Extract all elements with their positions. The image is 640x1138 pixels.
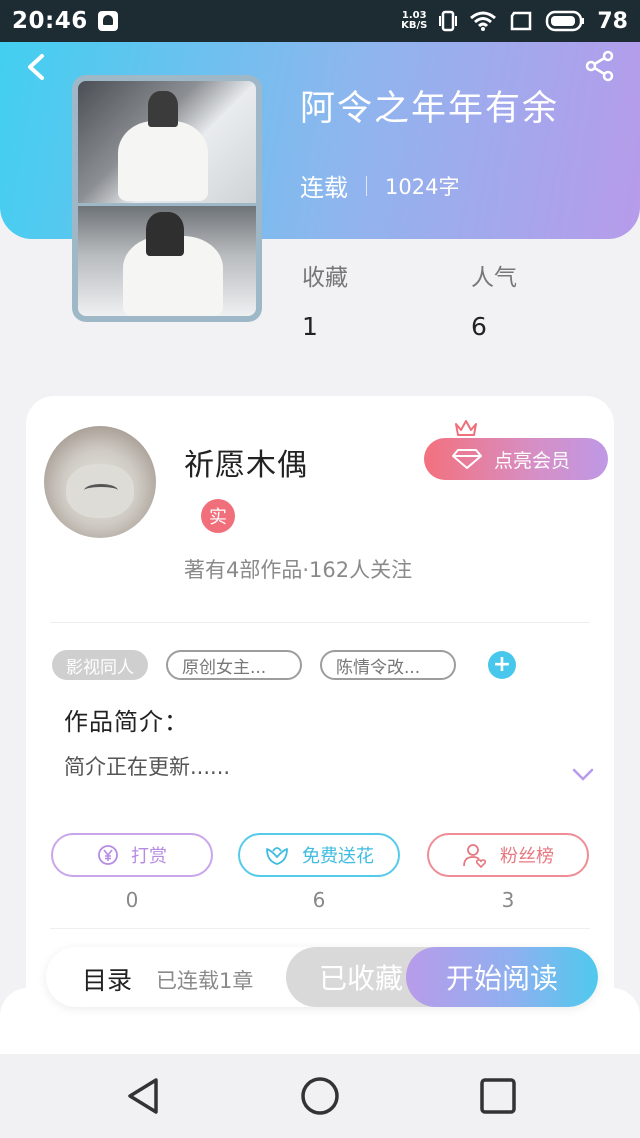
system-nav-bar <box>0 1054 640 1138</box>
diamond-icon <box>452 449 482 469</box>
share-icon[interactable] <box>584 50 616 82</box>
chapter-count[interactable]: 已连载1章 <box>156 965 253 995</box>
user-heart-icon <box>463 844 487 868</box>
flower-count: 6 <box>312 888 326 912</box>
fans-rank-button[interactable]: 粉丝榜 <box>427 833 589 877</box>
intro-text: 简介正在更新...... <box>64 755 231 779</box>
nav-back-icon[interactable] <box>122 1074 166 1118</box>
divider <box>50 928 590 929</box>
crown-icon <box>455 420 477 436</box>
battery-level: 78 <box>597 8 628 34</box>
add-tag-icon[interactable]: + <box>488 651 516 679</box>
real-name-badge: 实 <box>201 499 235 533</box>
serial-status: 连载 <box>300 174 348 202</box>
vibrate-icon <box>439 10 458 32</box>
reward-button[interactable]: 打赏 <box>51 833 213 877</box>
status-bar: 20:46 1.03 KB/S 78 <box>0 0 640 42</box>
nav-home-icon[interactable] <box>298 1074 342 1118</box>
bottom-action-bar: 目录 已连载1章 已收藏 开始阅读 <box>46 947 598 1007</box>
toc-button[interactable]: 目录 <box>82 961 132 997</box>
tag-list: 影视同人 原创女主... 陈情令改... + <box>52 650 516 680</box>
book-title: 阿令之年年有余 <box>300 89 560 129</box>
stat-label: 人气 <box>471 265 517 291</box>
fans-count: 3 <box>501 888 515 912</box>
tag-item[interactable]: 影视同人 <box>52 650 148 680</box>
nav-recents-icon[interactable] <box>476 1074 520 1118</box>
stat-value: 1 <box>302 312 318 341</box>
cover-image-top <box>78 81 256 203</box>
reward-label: 打赏 <box>131 846 167 867</box>
book-cover <box>72 75 262 322</box>
stat-value: 6 <box>471 312 487 341</box>
network-speed-unit: KB/S <box>401 20 428 31</box>
status-divider <box>366 175 367 196</box>
notification-icon <box>97 11 118 31</box>
divider <box>50 622 590 623</box>
stat-favorites: 收藏 1 <box>302 258 348 341</box>
book-status-row: 连载 1024字 <box>300 168 459 203</box>
tag-item[interactable]: 陈情令改... <box>320 650 456 680</box>
send-flower-button[interactable]: 免费送花 <box>238 833 400 877</box>
flower-icon <box>266 847 288 865</box>
send-flower-label: 免费送花 <box>302 846 374 867</box>
vip-button[interactable]: 点亮会员 <box>424 438 608 480</box>
sim-icon <box>511 11 532 31</box>
stat-label: 收藏 <box>302 265 348 291</box>
network-speed: 1.03 KB/S <box>401 11 427 31</box>
wifi-icon <box>470 11 497 31</box>
battery-icon <box>546 10 585 32</box>
author-name[interactable]: 祈愿木偶 <box>184 440 308 484</box>
author-meta: 著有4部作品·162人关注 <box>184 558 413 582</box>
yen-icon <box>98 845 118 865</box>
author-avatar[interactable] <box>44 426 156 538</box>
word-count: 1024字 <box>385 174 460 199</box>
back-icon[interactable] <box>22 52 52 82</box>
cover-image-bottom <box>78 206 256 316</box>
stat-popularity: 人气 6 <box>471 258 517 341</box>
start-reading-button[interactable]: 开始阅读 <box>406 947 598 1007</box>
vip-button-label: 点亮会员 <box>494 449 571 472</box>
status-time: 20:46 <box>12 8 88 34</box>
chevron-down-icon[interactable] <box>572 768 594 782</box>
reward-count: 0 <box>125 888 139 912</box>
intro-title: 作品简介： <box>64 708 189 736</box>
book-detail-card: 祈愿木偶 实 著有4部作品·162人关注 点亮会员 影视同人 原创女主... 陈… <box>26 396 614 1036</box>
tag-item[interactable]: 原创女主... <box>166 650 302 680</box>
fans-rank-label: 粉丝榜 <box>500 846 554 867</box>
